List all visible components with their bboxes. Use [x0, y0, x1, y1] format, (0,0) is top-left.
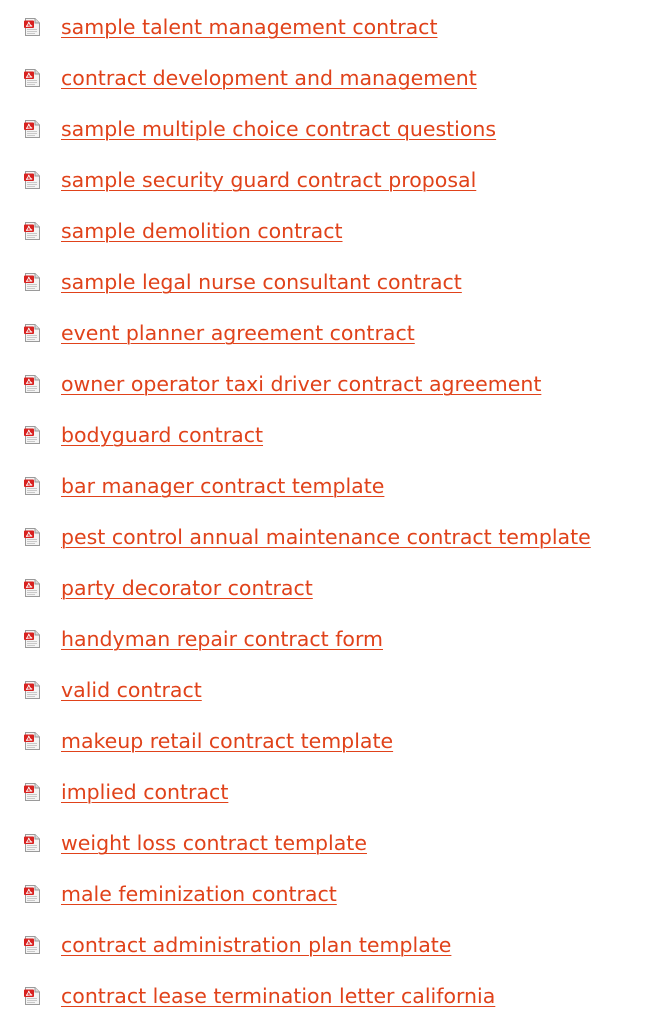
list-item: sample talent management contract: [0, 2, 666, 53]
pdf-file-icon: [24, 884, 40, 903]
pdf-file-icon: [24, 374, 40, 393]
list-item: weight loss contract template: [0, 818, 666, 869]
document-link[interactable]: makeup retail contract template: [61, 731, 393, 752]
list-item: pest control annual maintenance contract…: [0, 512, 666, 563]
pdf-file-icon: [24, 119, 40, 138]
list-item: contract administration plan template: [0, 920, 666, 971]
document-link[interactable]: valid contract: [61, 680, 202, 701]
pdf-file-icon: [24, 425, 40, 444]
document-link[interactable]: party decorator contract: [61, 578, 313, 599]
document-link[interactable]: sample multiple choice contract question…: [61, 119, 496, 140]
document-link[interactable]: male feminization contract: [61, 884, 337, 905]
list-item: contract lease termination letter califo…: [0, 971, 666, 1022]
document-link[interactable]: sample demolition contract: [61, 221, 343, 242]
pdf-file-icon: [24, 221, 40, 240]
pdf-file-icon: [24, 323, 40, 342]
pdf-file-icon: [24, 629, 40, 648]
pdf-file-icon: [24, 527, 40, 546]
pdf-file-icon: [24, 68, 40, 87]
pdf-file-icon: [24, 986, 40, 1005]
list-item: bar manager contract template: [0, 461, 666, 512]
list-item: sample security guard contract proposal: [0, 155, 666, 206]
list-item: makeup retail contract template: [0, 716, 666, 767]
pdf-file-icon: [24, 731, 40, 750]
list-item: contract development and management: [0, 53, 666, 104]
document-link[interactable]: pest control annual maintenance contract…: [61, 527, 591, 548]
document-link[interactable]: bodyguard contract: [61, 425, 263, 446]
pdf-file-icon: [24, 170, 40, 189]
pdf-file-icon: [24, 17, 40, 36]
list-item: valid contract: [0, 665, 666, 716]
list-item: bodyguard contract: [0, 410, 666, 461]
list-item: owner operator taxi driver contract agre…: [0, 359, 666, 410]
pdf-file-icon: [24, 578, 40, 597]
document-link[interactable]: owner operator taxi driver contract agre…: [61, 374, 541, 395]
pdf-file-icon: [24, 833, 40, 852]
document-link[interactable]: handyman repair contract form: [61, 629, 383, 650]
document-list: sample talent management contract contra…: [0, 2, 666, 1022]
pdf-file-icon: [24, 680, 40, 699]
document-link[interactable]: contract lease termination letter califo…: [61, 986, 495, 1007]
document-link[interactable]: sample security guard contract proposal: [61, 170, 476, 191]
list-item: sample multiple choice contract question…: [0, 104, 666, 155]
pdf-file-icon: [24, 935, 40, 954]
document-link[interactable]: implied contract: [61, 782, 228, 803]
document-link[interactable]: bar manager contract template: [61, 476, 384, 497]
pdf-file-icon: [24, 476, 40, 495]
list-item: handyman repair contract form: [0, 614, 666, 665]
document-link[interactable]: sample talent management contract: [61, 17, 438, 38]
pdf-file-icon: [24, 782, 40, 801]
list-item: male feminization contract: [0, 869, 666, 920]
list-item: sample demolition contract: [0, 206, 666, 257]
document-link[interactable]: contract administration plan template: [61, 935, 451, 956]
document-link[interactable]: weight loss contract template: [61, 833, 367, 854]
pdf-file-icon: [24, 272, 40, 291]
list-item: sample legal nurse consultant contract: [0, 257, 666, 308]
list-item: party decorator contract: [0, 563, 666, 614]
list-item: implied contract: [0, 767, 666, 818]
document-link[interactable]: contract development and management: [61, 68, 477, 89]
document-link[interactable]: sample legal nurse consultant contract: [61, 272, 462, 293]
list-item: event planner agreement contract: [0, 308, 666, 359]
document-link[interactable]: event planner agreement contract: [61, 323, 415, 344]
